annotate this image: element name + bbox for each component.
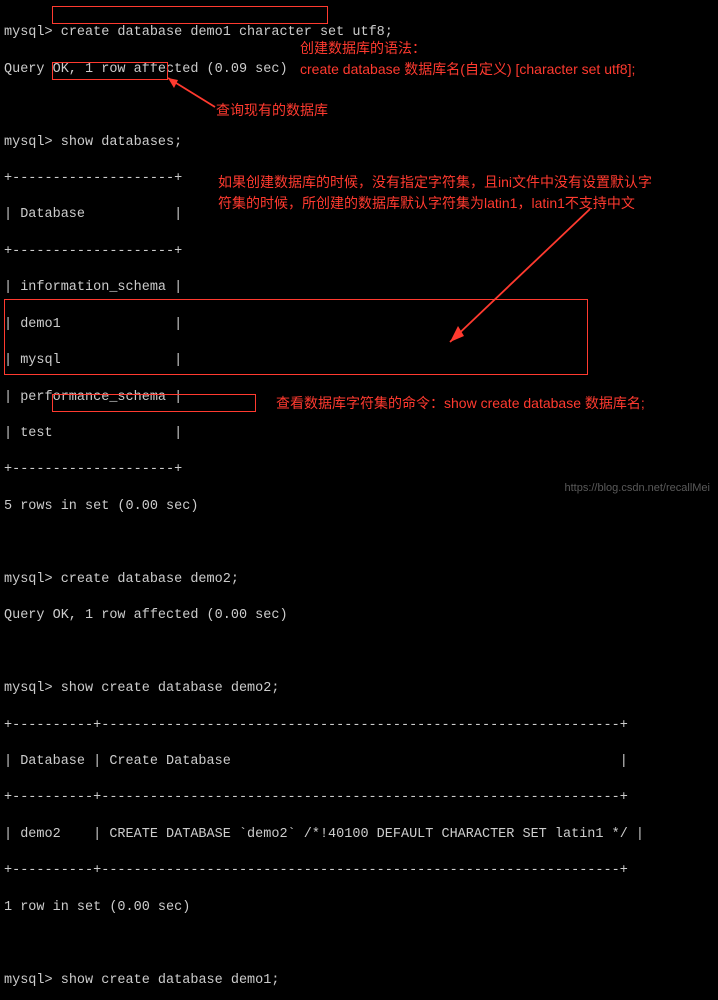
highlight-box-table2 xyxy=(4,299,588,375)
prompt: mysql> xyxy=(4,25,61,40)
rows1: 5 rows in set (0.00 sec) xyxy=(4,498,714,516)
table2-border: +----------+----------------------------… xyxy=(4,789,714,807)
table1-row: | test | xyxy=(4,425,714,443)
annotation-show-db: 查询现有的数据库 xyxy=(216,100,328,121)
terminal-output: mysql> create database demo1 character s… xyxy=(0,0,718,1000)
watermark: https://blog.csdn.net/recallMei xyxy=(564,481,710,496)
table2-header: | Database | Create Database | xyxy=(4,753,714,771)
table1-row: | information_schema | xyxy=(4,279,714,297)
table1-border: +--------------------+ xyxy=(4,461,714,479)
prompt: mysql> xyxy=(4,135,61,150)
table1-border: +--------------------+ xyxy=(4,243,714,261)
annotation-show-create: 查看数据库字符集的命令：show create database 数据库名; xyxy=(276,393,645,414)
annotation-create-syntax: 创建数据库的语法： create database 数据库名(自定义) [cha… xyxy=(300,38,635,80)
cmd-line-5: mysql> show create database demo1; xyxy=(4,972,714,990)
result3: Query OK, 1 row affected (0.00 sec) xyxy=(4,607,714,625)
highlight-box-cmd1 xyxy=(52,6,328,24)
cmd-line-2: mysql> show databases; xyxy=(4,134,714,152)
rows2: 1 row in set (0.00 sec) xyxy=(4,899,714,917)
highlight-box-cmd2 xyxy=(52,62,168,80)
cmd-line-3: mysql> create database demo2; xyxy=(4,571,714,589)
cmd2: show databases; xyxy=(61,135,183,150)
table2-border: +----------+----------------------------… xyxy=(4,862,714,880)
annotation-latin1: 如果创建数据库的时候，没有指定字符集，且ini文件中没有设置默认字 符集的时候，… xyxy=(218,172,688,214)
highlight-box-cmd5 xyxy=(52,394,256,412)
table2-border: +----------+----------------------------… xyxy=(4,717,714,735)
table2-row: | demo2 | CREATE DATABASE `demo2` /*!401… xyxy=(4,826,714,844)
cmd-line-4: mysql> show create database demo2; xyxy=(4,680,714,698)
